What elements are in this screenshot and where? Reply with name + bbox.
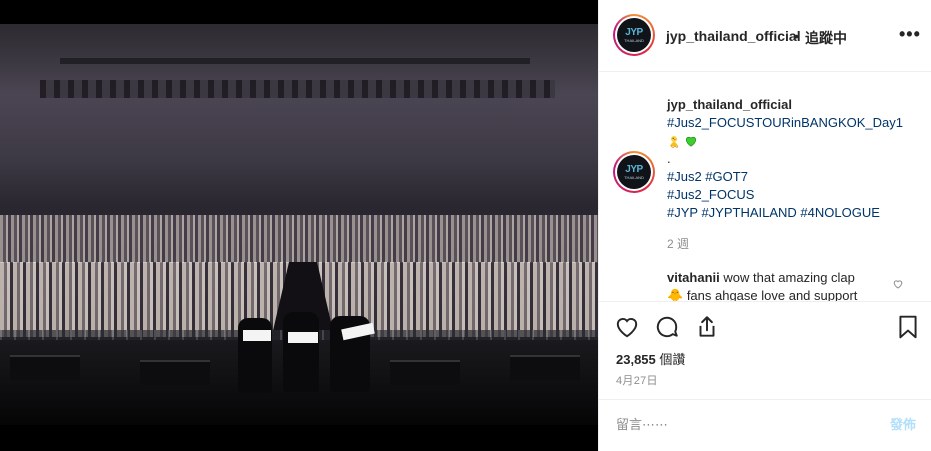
post-caption: jyp_thailand_official #Jus2_FOCUSTOURinB… [667, 96, 922, 222]
crowd-upper-tier [0, 215, 598, 263]
caption-emoji-line [667, 132, 922, 150]
post-date[interactable]: 4月27日 [616, 372, 658, 388]
comment-box: 留言⋯⋯ 發佈 [599, 399, 931, 451]
caption-hashtag-line[interactable]: #Jus2_FOCUSTOURinBANGKOK_Day1 [667, 114, 922, 132]
caption-hashtag-line[interactable]: #Jus2_FOCUS [667, 186, 922, 204]
comment-text-cont: fans ahgase love and support [686, 288, 858, 301]
post-username[interactable]: jyp_thailand_official [666, 28, 801, 44]
like-count[interactable]: 23,855 個讚 [616, 349, 685, 368]
caption-hashtag-line[interactable]: #JYP #JYPTHAILAND #4NOLOGUE [667, 204, 922, 222]
fan-sign [288, 332, 318, 343]
heart-icon[interactable] [614, 314, 640, 340]
header-separator: • [794, 28, 799, 44]
avatar-logo-text: JYP [625, 163, 643, 175]
share-icon[interactable] [694, 314, 720, 340]
avatar-logo-sub: THAILAND [624, 174, 644, 180]
avatar-logo-sub: THAILAND [624, 37, 644, 43]
performer [283, 312, 319, 392]
avatar[interactable]: JYP THAILAND [613, 14, 655, 56]
caption-timestamp[interactable]: 2 週 [667, 235, 689, 252]
caption-username[interactable]: jyp_thailand_official [667, 96, 922, 114]
stage-monitor [510, 355, 580, 380]
avatar-logo-text: JYP [625, 26, 643, 38]
comment-text: wow that amazing clap [723, 270, 855, 285]
like-count-value: 23,855 [616, 352, 656, 367]
post-photo[interactable] [0, 0, 598, 451]
stage-monitor [390, 360, 460, 385]
chick-emoji: 🐥 [667, 288, 684, 301]
comment-input[interactable]: 留言⋯⋯ [616, 414, 876, 433]
caption-dot: . [667, 151, 671, 166]
follow-status-button[interactable]: 追蹤中 [805, 28, 847, 48]
ceiling-truss [60, 58, 530, 64]
more-options-icon[interactable]: ••• [899, 24, 921, 45]
photo-letterbox-bottom [0, 425, 598, 451]
caption-avatar[interactable]: JYP THAILAND [613, 151, 655, 193]
post-comment-button[interactable]: 發佈 [890, 414, 916, 433]
comment-item: vitahanii wow that amazing clap 🐥 fans a… [667, 269, 887, 301]
caption-hashtag-line[interactable]: #Jus2 #GOT7 [667, 168, 922, 186]
green-heart-emoji [685, 136, 697, 147]
post-header: JYP THAILAND jyp_thailand_official • 追蹤中… [599, 0, 931, 72]
photo-letterbox-top [0, 0, 598, 24]
like-count-label: 個讚 [659, 352, 686, 367]
stage-monitor [140, 360, 210, 385]
lighting-rig [40, 80, 555, 98]
chick-emoji [670, 136, 679, 148]
comments-area[interactable]: JYP THAILAND jyp_thailand_official #Jus2… [599, 73, 931, 301]
comment-like-icon[interactable] [892, 278, 904, 290]
comment-username[interactable]: vitahanii [667, 270, 720, 285]
post-actions: 23,855 個讚 4月27日 留言⋯⋯ 發佈 [599, 301, 931, 451]
comment-icon[interactable] [654, 314, 680, 340]
post-side-panel: JYP THAILAND jyp_thailand_official • 追蹤中… [598, 0, 931, 451]
stage-monitor [10, 355, 80, 380]
fan-sign [243, 330, 271, 341]
bookmark-icon[interactable] [895, 314, 921, 340]
